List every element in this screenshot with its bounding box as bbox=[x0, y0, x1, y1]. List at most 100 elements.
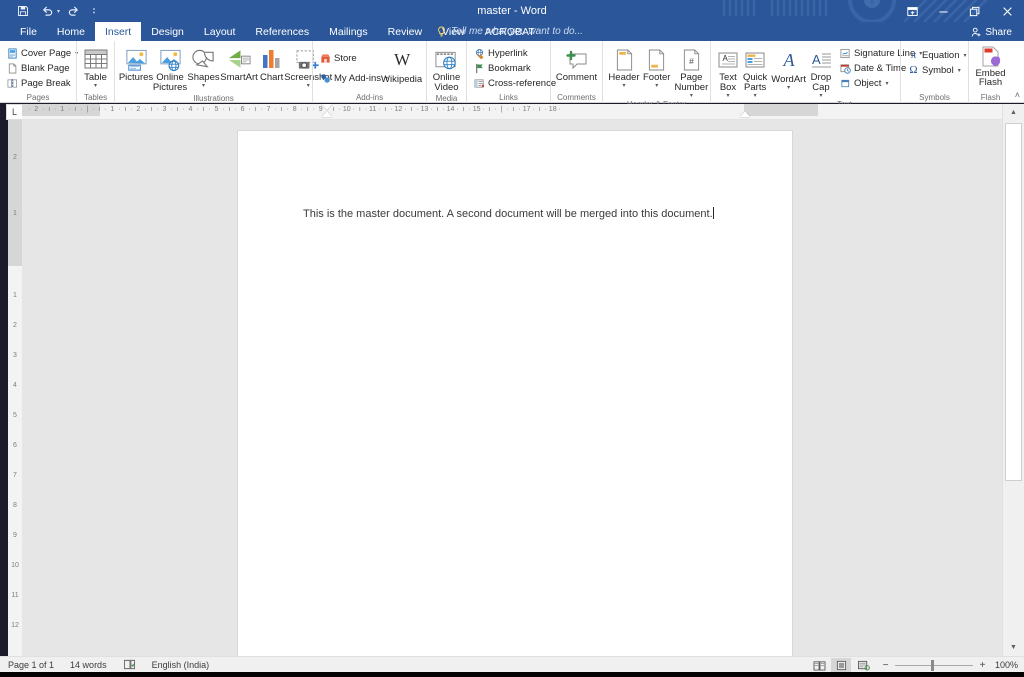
pictures-label: Pictures bbox=[118, 72, 154, 83]
tab-file[interactable]: File bbox=[10, 22, 47, 41]
chart-icon bbox=[261, 46, 283, 72]
quick-parts-button[interactable]: Quick Parts ▾ bbox=[741, 45, 769, 99]
footer-button[interactable]: Footer ▾ bbox=[641, 45, 672, 89]
equation-button[interactable]: π Equation ▾ bbox=[905, 48, 970, 62]
header-button[interactable]: Header ▾ bbox=[607, 45, 641, 89]
blank-page-button[interactable]: Blank Page bbox=[4, 61, 81, 75]
hanging-indent-marker[interactable] bbox=[322, 111, 332, 117]
document-body-text[interactable]: This is the master document. A second do… bbox=[303, 207, 733, 222]
spelling-check-icon[interactable] bbox=[115, 659, 144, 670]
chevron-down-icon[interactable]: ▾ bbox=[964, 52, 967, 59]
page-number-label: Page Number bbox=[674, 72, 709, 93]
table-button[interactable]: Table ▾ bbox=[81, 45, 111, 89]
chevron-down-icon[interactable]: ▾ bbox=[622, 83, 625, 89]
chevron-down-icon[interactable]: ▾ bbox=[754, 93, 757, 99]
zoom-in-button[interactable]: + bbox=[978, 660, 987, 671]
document-page[interactable]: This is the master document. A second do… bbox=[238, 131, 792, 656]
zoom-out-button[interactable]: − bbox=[881, 660, 890, 671]
document-canvas[interactable]: This is the master document. A second do… bbox=[22, 120, 1002, 656]
vertical-scrollbar[interactable]: ▲ ▼ bbox=[1002, 104, 1024, 656]
scrollbar-thumb[interactable] bbox=[1005, 123, 1022, 481]
chevron-down-icon[interactable]: ▾ bbox=[787, 85, 790, 91]
quick-parts-icon bbox=[744, 46, 766, 72]
restore-icon[interactable] bbox=[959, 0, 990, 22]
minimize-icon[interactable] bbox=[928, 0, 959, 22]
tab-mailings[interactable]: Mailings bbox=[319, 22, 378, 41]
chart-button[interactable]: Chart bbox=[258, 45, 285, 83]
tab-design[interactable]: Design bbox=[141, 22, 194, 41]
scroll-down-icon[interactable]: ▼ bbox=[1003, 639, 1024, 656]
scrollbar-track[interactable] bbox=[1003, 121, 1024, 639]
tab-review[interactable]: Review bbox=[378, 22, 432, 41]
wikipedia-button[interactable]: W Wikipedia bbox=[379, 45, 424, 85]
tab-insert[interactable]: Insert bbox=[94, 22, 142, 41]
wordart-button[interactable]: A WordArt ▾ bbox=[769, 45, 808, 91]
page-info[interactable]: Page 1 of 1 bbox=[0, 660, 62, 670]
close-icon[interactable] bbox=[990, 0, 1024, 22]
symbol-button[interactable]: Ω Symbol ▾ bbox=[905, 63, 970, 77]
chevron-down-icon[interactable]: ▾ bbox=[726, 93, 729, 99]
vruler-number: 9 bbox=[13, 532, 17, 539]
my-add-ins-button[interactable]: My Add-ins ▾ bbox=[317, 71, 388, 85]
shapes-button[interactable]: Shapes ▾ bbox=[187, 45, 220, 89]
hyperlink-button[interactable]: Hyperlink bbox=[471, 46, 559, 60]
ruler-tick-labels: · 2 · ı · 1 · ı · | · ı · 1 · ı · 2 · ı … bbox=[28, 106, 561, 113]
zoom-control[interactable]: − + 100% bbox=[881, 659, 1020, 671]
my-add-ins-icon bbox=[320, 73, 331, 84]
chevron-down-icon[interactable]: ▾ bbox=[958, 67, 961, 74]
collapse-ribbon-button[interactable]: ˄ bbox=[1015, 90, 1020, 100]
language-indicator[interactable]: English (India) bbox=[144, 660, 218, 670]
text-box-label: Text Box bbox=[719, 72, 737, 93]
tab-layout[interactable]: Layout bbox=[194, 22, 246, 41]
read-mode-view-button[interactable] bbox=[809, 658, 829, 672]
embed-flash-button[interactable]: Embed Flash bbox=[973, 45, 1008, 87]
zoom-slider[interactable] bbox=[895, 659, 973, 671]
text-box-button[interactable]: A Text Box ▾ bbox=[715, 45, 741, 99]
page-number-button[interactable]: # Page Number ▾ bbox=[672, 45, 710, 99]
store-button[interactable]: Store bbox=[317, 51, 379, 65]
vruler-number: 3 bbox=[13, 352, 17, 359]
share-button[interactable]: Share bbox=[965, 24, 1018, 40]
share-label: Share bbox=[985, 26, 1012, 38]
signature-line-icon bbox=[840, 48, 851, 59]
tab-stop-selector[interactable]: L bbox=[6, 104, 23, 120]
chevron-down-icon[interactable]: ▾ bbox=[94, 83, 97, 89]
print-layout-view-button[interactable] bbox=[831, 658, 851, 672]
first-line-indent-marker[interactable] bbox=[322, 104, 332, 110]
group-label-flash: Flash bbox=[980, 93, 1001, 102]
smartart-button[interactable]: SmartArt bbox=[220, 45, 258, 83]
cover-page-button[interactable]: Cover Page ▾ bbox=[4, 46, 81, 60]
page-break-button[interactable]: Page Break bbox=[4, 76, 81, 90]
tab-home[interactable]: Home bbox=[47, 22, 95, 41]
online-pictures-label: Online Pictures bbox=[152, 72, 188, 93]
pictures-button[interactable]: Pictures bbox=[119, 45, 153, 83]
chevron-down-icon[interactable]: ▾ bbox=[885, 80, 888, 87]
drop-cap-button[interactable]: A Drop Cap ▾ bbox=[808, 45, 834, 99]
ribbon-display-options-icon[interactable] bbox=[897, 0, 928, 22]
tab-references[interactable]: References bbox=[245, 22, 319, 41]
ribbon-group-links: Hyperlink Bookmark Cross-reference Links bbox=[466, 41, 556, 103]
chevron-down-icon[interactable]: ▾ bbox=[307, 83, 310, 89]
word-count[interactable]: 14 words bbox=[62, 660, 115, 670]
pictures-icon bbox=[124, 46, 149, 72]
right-indent-marker[interactable] bbox=[740, 111, 750, 117]
vruler-number: 12 bbox=[11, 622, 19, 629]
header-icon bbox=[615, 46, 634, 72]
tell-me-search[interactable]: Tell me what you want to do... bbox=[437, 22, 583, 41]
status-bar-right: − + 100% bbox=[809, 657, 1020, 673]
online-video-button[interactable]: Online Video bbox=[431, 45, 462, 93]
online-pictures-button[interactable]: Online Pictures bbox=[153, 45, 187, 93]
horizontal-ruler[interactable]: · 2 · ı · 1 · ı · | · ı · 1 · ı · 2 · ı … bbox=[22, 104, 1002, 120]
web-layout-view-button[interactable] bbox=[853, 658, 873, 672]
zoom-percentage[interactable]: 100% bbox=[992, 660, 1020, 670]
bookmark-button[interactable]: Bookmark bbox=[471, 61, 559, 75]
comment-button[interactable]: Comment bbox=[554, 45, 599, 83]
chevron-down-icon[interactable]: ▾ bbox=[655, 83, 658, 89]
vertical-ruler[interactable]: 2 1 1 2 3 4 5 6 7 8 9 10 11 12 bbox=[8, 120, 22, 656]
header-label: Header bbox=[608, 72, 640, 83]
scroll-up-icon[interactable]: ▲ bbox=[1003, 104, 1024, 121]
cross-reference-button[interactable]: Cross-reference bbox=[471, 76, 559, 90]
chevron-down-icon[interactable]: ▾ bbox=[202, 83, 205, 89]
ribbon-group-comments: Comment Comments bbox=[550, 41, 602, 103]
zoom-slider-handle[interactable] bbox=[930, 659, 934, 671]
